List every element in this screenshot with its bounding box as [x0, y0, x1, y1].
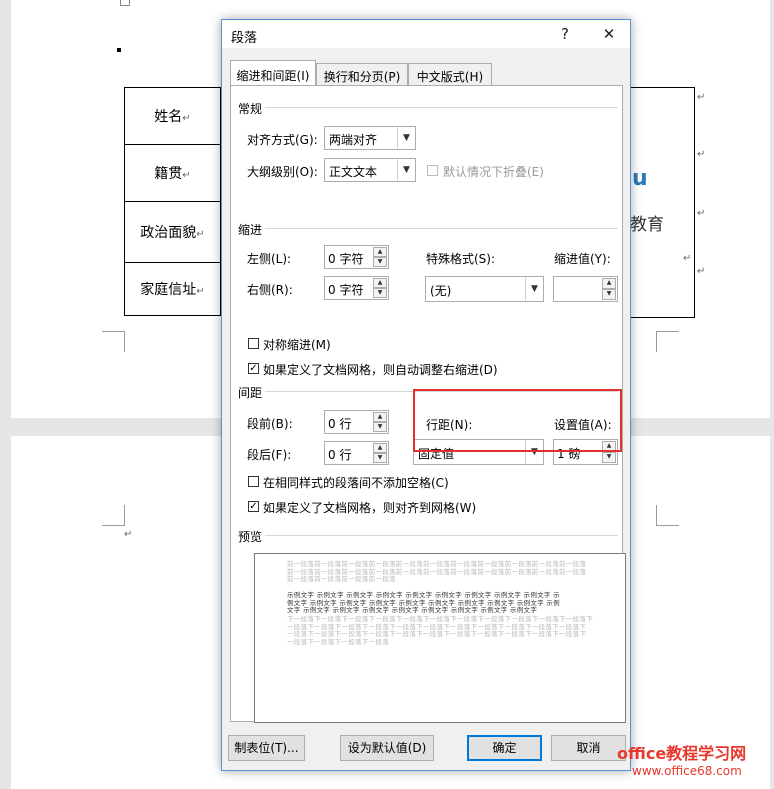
auto-adjust-label: 如果定义了文档网格，则自动调整右缩进(D)	[263, 363, 498, 377]
section-preview: 预览	[238, 530, 263, 544]
preview-next-paragraph: 下一段落下一段落下一段落下一段落下一段落下一段落下一段落下一段落下一段落下一段落…	[287, 615, 593, 646]
bullet-mark	[117, 48, 121, 52]
chevron-down-icon[interactable]: ▼	[397, 127, 415, 149]
set-default-button[interactable]: 设为默认值(D)	[340, 735, 434, 761]
auto-adjust-checkbox[interactable]: ✓	[248, 363, 259, 374]
spin-up-icon[interactable]: ▲	[373, 247, 387, 257]
mirror-indents-label: 对称缩进(M)	[263, 338, 331, 352]
snap-to-grid-checkbox[interactable]: ✓	[248, 501, 259, 512]
right-indent-value: 0 字符	[328, 283, 364, 297]
spin-down-icon[interactable]: ▼	[373, 257, 387, 267]
spin-down-icon[interactable]: ▼	[373, 453, 387, 463]
paragraph-mark: ↵	[697, 92, 706, 103]
spin-up-icon[interactable]: ▲	[373, 443, 387, 453]
spin-down-icon[interactable]: ▼	[602, 452, 616, 463]
paragraph-mark: ↵	[697, 208, 706, 219]
preview-sample-paragraph: 示例文字 示例文字 示例文字 示例文字 示例文字 示例文字 示例文字 示例文字 …	[287, 591, 560, 615]
spin-up-icon[interactable]: ▲	[373, 412, 387, 422]
mirror-indents-checkbox[interactable]	[248, 338, 259, 349]
crop-mark	[102, 331, 125, 352]
tab-indents-spacing[interactable]: 缩进和间距(I)	[230, 60, 316, 85]
left-indent-spinner[interactable]: 0 字符 ▲ ▼	[324, 245, 389, 269]
section-divider	[265, 228, 618, 229]
spin-down-icon[interactable]: ▼	[373, 288, 387, 298]
section-indentation: 缩进	[238, 223, 263, 237]
no-space-label: 在相同样式的段落间不添加空格(C)	[263, 476, 449, 490]
highlight-box	[413, 389, 622, 452]
crop-mark	[656, 505, 679, 526]
alignment-value: 两端对齐	[329, 133, 378, 147]
collapse-label: 默认情况下折叠(E)	[443, 165, 544, 179]
spin-up-icon[interactable]: ▲	[602, 278, 616, 289]
paragraph-mark: ↵	[124, 529, 133, 540]
cancel-button[interactable]: 取消	[551, 735, 626, 761]
dialog-title: 段落	[231, 31, 258, 46]
close-button[interactable]: ✕	[596, 22, 622, 46]
left-indent-label: 左侧(L):	[247, 252, 292, 266]
section-general: 常规	[238, 102, 263, 116]
chevron-down-icon[interactable]: ▼	[397, 159, 415, 181]
spin-down-icon[interactable]: ▼	[602, 289, 616, 300]
paragraph-preview: 前一段落前一段落前一段落前一段落前一段落前一段落前一段落前一段落前一段落前一段落…	[254, 553, 626, 723]
chevron-down-icon[interactable]: ▼	[525, 277, 543, 301]
left-indent-value: 0 字符	[328, 252, 364, 266]
tab-line-page-breaks[interactable]: 换行和分页(P)	[316, 63, 408, 85]
indent-by-spinner[interactable]: ▲ ▼	[553, 276, 618, 302]
special-indent-select[interactable]: (无) ▼	[425, 276, 544, 302]
table-cell: 政治面貌↵	[124, 201, 221, 263]
paragraph-mark: ↵	[697, 149, 706, 160]
logo-fragment: 教育	[630, 215, 664, 235]
spacing-after-label: 段后(F):	[247, 448, 292, 462]
spacing-before-label: 段前(B):	[247, 417, 293, 431]
spacing-before-value: 0 行	[328, 417, 352, 431]
document-table-fragment: u 教育	[630, 87, 695, 318]
outline-level-label: 大纲级别(O):	[247, 165, 318, 179]
special-indent-label: 特殊格式(S):	[426, 252, 496, 266]
section-divider	[265, 535, 618, 536]
alignment-select[interactable]: 两端对齐 ▼	[324, 126, 416, 150]
right-indent-label: 右侧(R):	[247, 283, 293, 297]
snap-to-grid-label: 如果定义了文档网格，则对齐到网格(W)	[263, 501, 477, 515]
preview-prev-paragraph: 前一段落前一段落前一段落前一段落前一段落前一段落前一段落前一段落前一段落前一段落…	[287, 560, 587, 584]
spin-down-icon[interactable]: ▼	[373, 422, 387, 432]
collapse-checkbox[interactable]	[427, 165, 438, 176]
tab-asian-typography[interactable]: 中文版式(H)	[408, 63, 492, 85]
indent-by-label: 缩进值(Y):	[554, 252, 611, 266]
outline-level-select[interactable]: 正文文本 ▼	[324, 158, 416, 182]
outline-level-value: 正文文本	[329, 165, 378, 179]
table-cell: 家庭信址↵	[124, 262, 221, 316]
tabs-button[interactable]: 制表位(T)...	[228, 735, 305, 761]
section-divider	[265, 107, 618, 108]
table-cell: 籍贯↵	[124, 144, 221, 202]
right-indent-spinner[interactable]: 0 字符 ▲ ▼	[324, 276, 389, 300]
watermark-url: www.office68.com	[632, 764, 742, 778]
spin-up-icon[interactable]: ▲	[373, 278, 387, 288]
ruler-marker	[120, 0, 130, 6]
paragraph-mark: ↵	[683, 253, 692, 264]
special-indent-value: (无)	[430, 284, 452, 298]
help-button[interactable]: ?	[552, 22, 578, 46]
table-cell: 姓名↵	[124, 87, 221, 145]
logo-fragment: u	[632, 166, 648, 191]
ok-button[interactable]: 确定	[467, 735, 542, 761]
dialog-titlebar: 段落 ? ✕	[222, 20, 630, 48]
spacing-before-spinner[interactable]: 0 行 ▲ ▼	[324, 410, 389, 434]
spacing-after-value: 0 行	[328, 448, 352, 462]
section-spacing: 间距	[238, 386, 263, 400]
crop-mark	[102, 505, 125, 526]
crop-mark	[656, 331, 679, 352]
spacing-after-spinner[interactable]: 0 行 ▲ ▼	[324, 441, 389, 465]
no-space-checkbox[interactable]	[248, 476, 259, 487]
paragraph-mark: ↵	[697, 266, 706, 277]
watermark-title: office教程学习网	[617, 744, 747, 763]
alignment-label: 对齐方式(G):	[247, 133, 318, 147]
document-table: 姓名↵ 籍贯↵ 政治面貌↵ 家庭信址↵	[124, 87, 221, 316]
